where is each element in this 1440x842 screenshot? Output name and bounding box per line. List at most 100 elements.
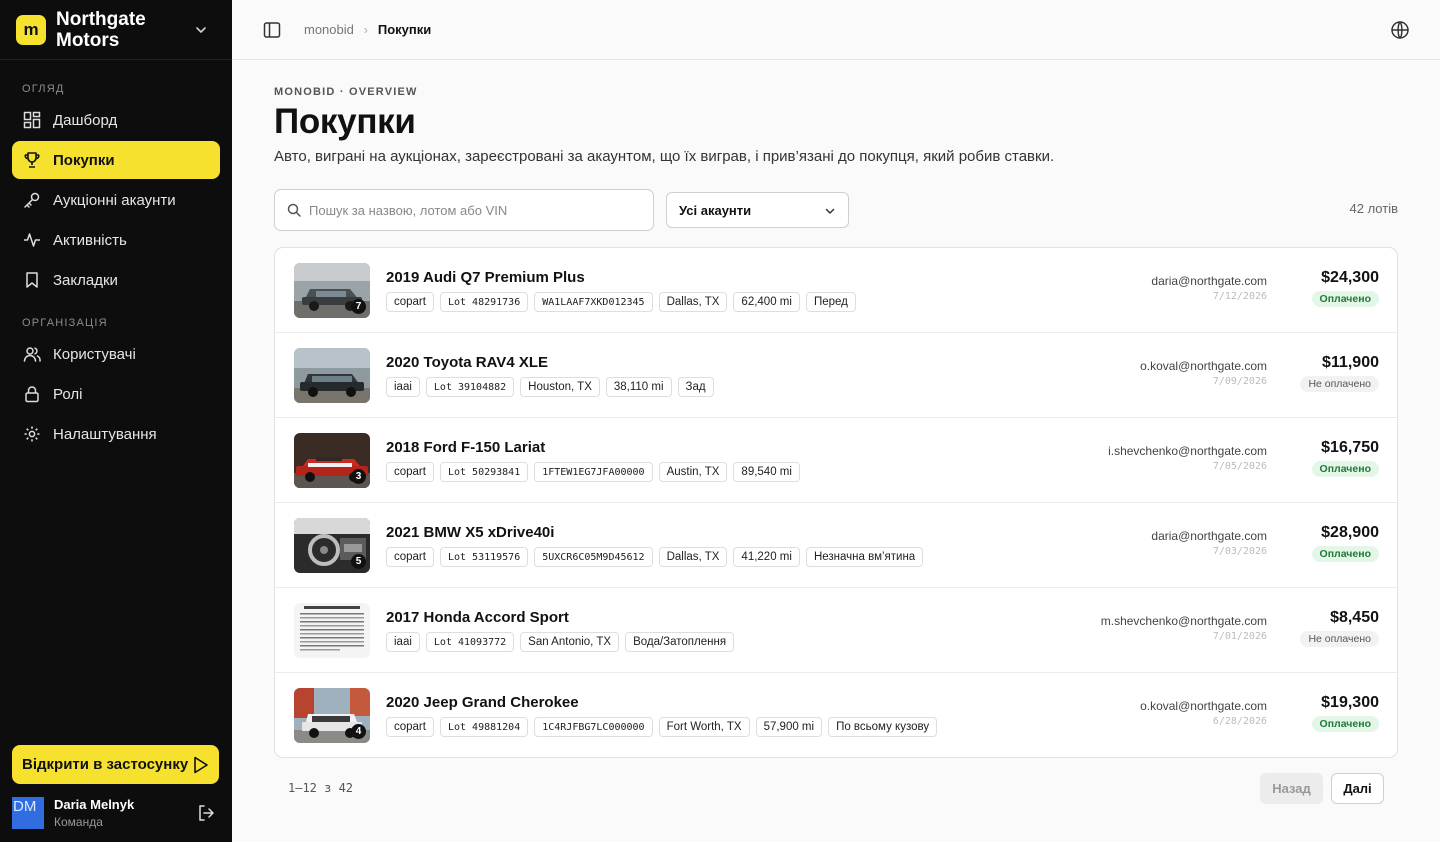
- search-box[interactable]: [274, 189, 654, 231]
- breadcrumb-root[interactable]: monobid: [304, 22, 354, 37]
- next-page-button[interactable]: Далі: [1331, 773, 1384, 804]
- nav-section-overview: ОГЛЯД: [22, 83, 65, 95]
- table-row[interactable]: 3 2018 Ford F-150 Lariat copart Lot 5029…: [275, 418, 1397, 503]
- trophy-icon: [24, 152, 40, 168]
- sidebar-item-label: Аукціонні акаунти: [53, 191, 176, 209]
- auction-tag: copart: [386, 462, 434, 482]
- buyer-email: m.shevchenko@northgate.com: [1100, 614, 1267, 628]
- purchase-date: 7/01/2026: [1212, 631, 1267, 642]
- table-row[interactable]: 7 2019 Audi Q7 Premium Plus copart Lot 4…: [275, 248, 1397, 333]
- breadcrumb: monobid › Покупки: [304, 22, 431, 37]
- play-icon: [194, 756, 208, 774]
- buyer-email: o.koval@northgate.com: [1140, 359, 1267, 373]
- gear-icon: [24, 426, 40, 442]
- sidebar-item-dashboard[interactable]: Дашборд: [12, 101, 220, 139]
- sidebar-item-label: Покупки: [53, 151, 115, 169]
- mileage-tag: 89,540 mi: [733, 462, 800, 482]
- mileage-tag: 62,400 mi: [733, 292, 800, 312]
- status-badge: Оплачено: [1311, 461, 1379, 477]
- activity-icon: [24, 233, 40, 247]
- status-badge: Оплачено: [1311, 291, 1379, 307]
- lot-tag: Lot 39104882: [425, 377, 515, 397]
- vin-tag: WA1LAAF7XKD012345: [534, 292, 653, 312]
- car-name[interactable]: 2019 Audi Q7 Premium Plus: [386, 269, 585, 286]
- sidebar-item-label: Активність: [53, 231, 127, 249]
- breadcrumb-current: Покупки: [377, 22, 432, 37]
- car-thumbnail[interactable]: 4: [294, 688, 370, 743]
- sidebar-toggle-icon[interactable]: [263, 21, 281, 39]
- auction-tag: copart: [386, 292, 434, 312]
- damage-tag: Перед: [805, 292, 856, 312]
- lot-tag: Lot 50293841: [439, 462, 529, 482]
- buyer-info: daria@northgate.com 7/12/2026: [1151, 274, 1267, 302]
- price: $28,900: [1321, 524, 1379, 541]
- sidebar-item-purchases[interactable]: Покупки: [12, 141, 220, 179]
- account-select[interactable]: Усі акаунти: [666, 192, 849, 228]
- buyer-info: daria@northgate.com 7/03/2026: [1151, 529, 1267, 557]
- open-in-app-button[interactable]: Відкрити в застосунку: [12, 745, 219, 784]
- purchase-date: 7/12/2026: [1212, 291, 1267, 302]
- sidebar-item-bookmarks[interactable]: Закладки: [12, 261, 220, 299]
- vin-tag: 5UXCR6C05M9D45612: [534, 547, 653, 567]
- logout-icon[interactable]: [197, 804, 215, 822]
- table-row[interactable]: 4 2020 Jeep Grand Cherokee copart Lot 49…: [275, 673, 1397, 757]
- user-profile[interactable]: DM Daria Melnyk Команда: [12, 795, 219, 831]
- price: $8,450: [1330, 609, 1379, 626]
- sidebar-item-label: Ролі: [53, 385, 83, 403]
- top-bar: monobid › Покупки: [232, 0, 1440, 60]
- globe-icon[interactable]: [1390, 20, 1410, 40]
- sidebar-item-roles[interactable]: Ролі: [12, 375, 220, 413]
- vin-tag: 1C4RJFBG7LC000000: [534, 717, 653, 737]
- status-badge: Оплачено: [1311, 546, 1379, 562]
- car-name[interactable]: 2020 Toyota RAV4 XLE: [386, 354, 548, 371]
- workspace-switcher[interactable]: m Northgate Motors: [0, 0, 232, 60]
- chevron-down-icon: [196, 26, 206, 33]
- sidebar-item-label: Дашборд: [53, 111, 118, 129]
- sidebar-item-label: Користувачі: [53, 345, 136, 363]
- car-name[interactable]: 2017 Honda Accord Sport: [386, 609, 569, 626]
- sidebar-item-activity[interactable]: Активність: [12, 221, 220, 259]
- nav-section-organization: ОРГАНІЗАЦІЯ: [22, 317, 108, 329]
- car-thumbnail[interactable]: 7: [294, 263, 370, 318]
- search-input[interactable]: [309, 202, 639, 218]
- table-row[interactable]: 2017 Honda Accord Sport iaai Lot 4109377…: [275, 588, 1397, 673]
- sidebar-item-label: Закладки: [53, 271, 118, 289]
- breadcrumb-separator: ›: [363, 22, 368, 37]
- pagination: 1–12 з 42 Назад Далі: [274, 770, 1398, 804]
- lot-tags: copart Lot 53119576 5UXCR6C05M9D45612 Da…: [386, 547, 929, 567]
- search-icon: [287, 203, 301, 217]
- table-row[interactable]: 2020 Toyota RAV4 XLE iaai Lot 39104882 H…: [275, 333, 1397, 418]
- price: $11,900: [1322, 354, 1379, 371]
- price-info: $19,300 Оплачено: [1269, 694, 1379, 732]
- buyer-info: o.koval@northgate.com 6/28/2026: [1140, 699, 1267, 727]
- vin-tag: 1FTEW1EG7JFA00000: [534, 462, 653, 482]
- car-name[interactable]: 2018 Ford F-150 Lariat: [386, 439, 545, 456]
- car-name[interactable]: 2021 BMW X5 xDrive40i: [386, 524, 554, 541]
- table-row[interactable]: 5 2021 BMW X5 xDrive40i copart Lot 53119…: [275, 503, 1397, 588]
- car-thumbnail[interactable]: 5: [294, 518, 370, 573]
- auction-tag: copart: [386, 717, 434, 737]
- sidebar-item-users[interactable]: Користувачі: [12, 335, 220, 373]
- price-info: $24,300 Оплачено: [1269, 269, 1379, 307]
- car-name[interactable]: 2020 Jeep Grand Cherokee: [386, 694, 579, 711]
- auction-tag: iaai: [386, 632, 420, 652]
- lot-tags: copart Lot 48291736 WA1LAAF7XKD012345 Da…: [386, 292, 862, 312]
- sidebar-item-auction-accounts[interactable]: Аукціонні акаунти: [12, 181, 220, 219]
- price: $24,300: [1321, 269, 1379, 286]
- mileage-tag: 38,110 mi: [605, 377, 672, 397]
- sidebar-item-settings[interactable]: Налаштування: [12, 415, 220, 453]
- damage-tag: Вода/Затоплення: [625, 632, 735, 652]
- lot-tag: Lot 49881204: [439, 717, 529, 737]
- brand-name: Northgate Motors: [56, 8, 146, 51]
- price: $16,750: [1321, 439, 1379, 456]
- user-role: Команда: [54, 815, 103, 829]
- price-info: $16,750 Оплачено: [1269, 439, 1379, 477]
- sidebar: m Northgate Motors ОГЛЯД Дашборд Покупки…: [0, 0, 232, 842]
- car-thumbnail[interactable]: [294, 348, 370, 403]
- car-thumbnail[interactable]: 3: [294, 433, 370, 488]
- mileage-tag: 57,900 mi: [755, 717, 823, 737]
- chevron-down-icon: [825, 208, 835, 214]
- car-thumbnail[interactable]: [294, 603, 370, 658]
- prev-page-button[interactable]: Назад: [1260, 773, 1323, 804]
- damage-tag: Зад: [677, 377, 714, 397]
